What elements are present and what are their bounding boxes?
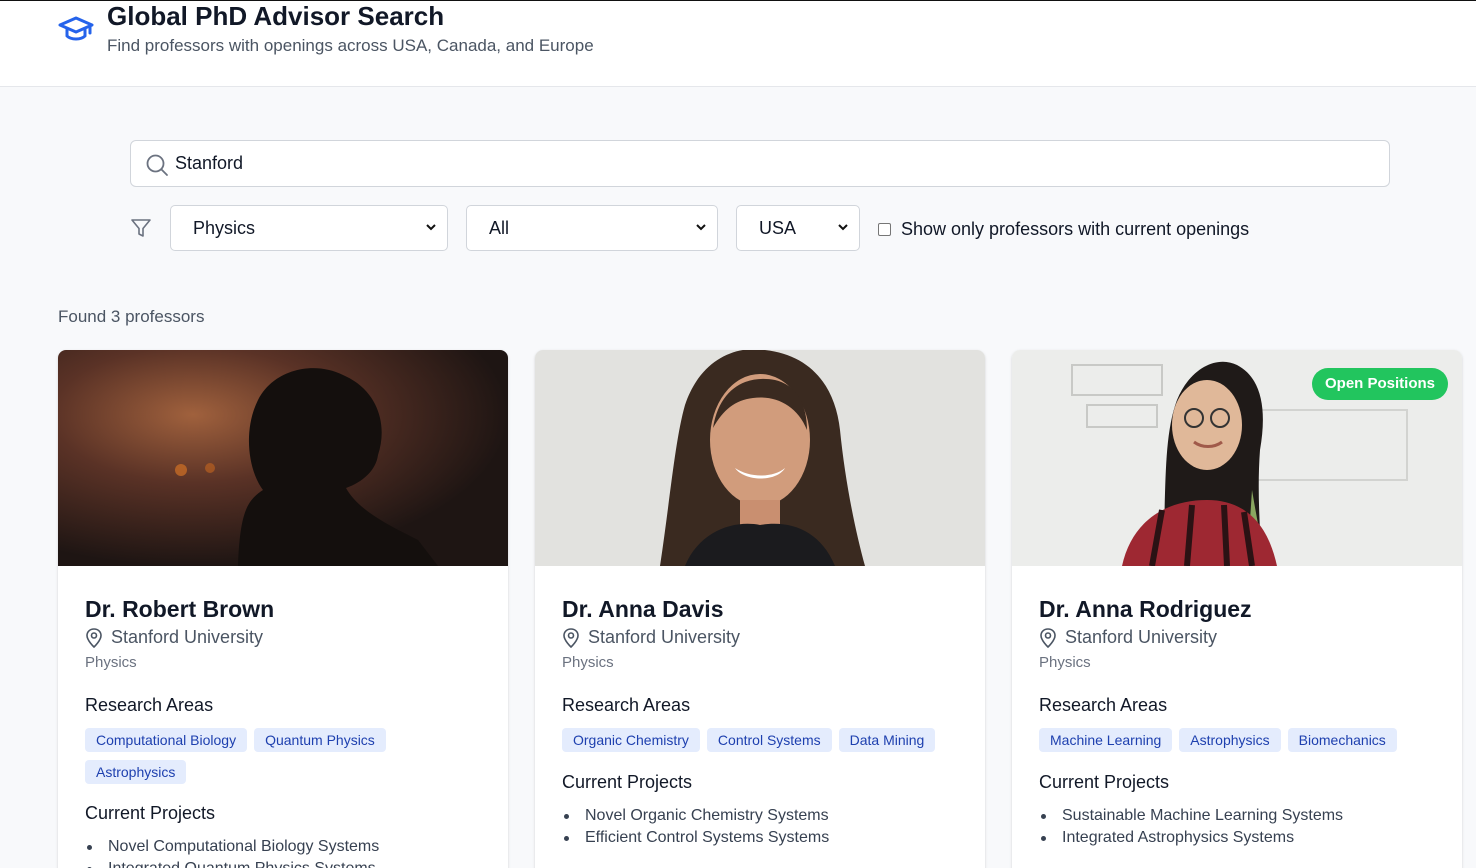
department-select[interactable]: Physics (170, 205, 448, 251)
university-name: Stanford University (111, 627, 264, 647)
projects-list: Novel Organic Chemistry Systems Efficien… (562, 805, 962, 849)
university-row: Stanford University (562, 627, 740, 648)
research-areas-heading: Research Areas (85, 695, 214, 715)
project-item: Novel Computational Biology Systems (85, 836, 485, 858)
research-tag: Control Systems (706, 728, 832, 752)
app-header: Global PhD Advisor Search Find professor… (0, 1, 1476, 87)
project-item: Integrated Astrophysics Systems (1039, 827, 1439, 849)
professor-photo (535, 350, 985, 566)
graduation-cap-icon (58, 16, 94, 41)
filter-icon (131, 219, 151, 237)
research-tags: Computational Biology Quantum Physics Astr… (85, 728, 485, 792)
research-tag: Machine Learning (1039, 728, 1173, 752)
professor-card[interactable]: Dr. Anna Davis Stanford University Physi… (535, 350, 985, 868)
department-name: Physics (1039, 654, 1091, 671)
professor-name[interactable]: Dr. Robert Brown (85, 596, 274, 623)
research-tag: Astrophysics (85, 760, 187, 784)
position-select-value: All (489, 218, 510, 238)
projects-list: Sustainable Machine Learning Systems Int… (1039, 805, 1439, 849)
search-bar[interactable] (130, 140, 1390, 187)
portrait-photo-image (535, 350, 985, 566)
page-subtitle: Find professors with openings across USA… (107, 36, 594, 55)
openings-filter[interactable]: Show only professors with current openin… (878, 218, 1249, 240)
chevron-down-icon (838, 224, 848, 231)
country-select-value: USA (759, 218, 797, 238)
research-tags: Organic Chemistry Control Systems Data Min… (562, 728, 962, 760)
department-name: Physics (562, 654, 614, 671)
professor-name[interactable]: Dr. Anna Davis (562, 596, 723, 623)
project-item: Novel Organic Chemistry Systems (562, 805, 962, 827)
research-tag: Organic Chemistry (562, 728, 700, 752)
university-name: Stanford University (588, 627, 741, 647)
position-select[interactable]: All (466, 205, 718, 251)
research-tag: Quantum Physics (254, 728, 386, 752)
project-item: Sustainable Machine Learning Systems (1039, 805, 1439, 827)
research-tag: Computational Biology (85, 728, 248, 752)
current-projects-heading: Current Projects (85, 803, 216, 823)
map-pin-icon (563, 627, 579, 648)
current-projects-heading: Current Projects (562, 772, 693, 792)
university-name: Stanford University (1065, 627, 1218, 647)
research-tags: Machine Learning Astrophysics Biomechanics (1039, 728, 1439, 760)
project-item: Integrated Quantum Physics Systems (85, 858, 485, 868)
openings-checkbox-label[interactable]: Show only professors with current openin… (901, 219, 1249, 240)
research-areas-heading: Research Areas (562, 695, 691, 715)
research-areas-heading: Research Areas (1039, 695, 1168, 715)
department-name: Physics (85, 654, 137, 671)
research-tag: Biomechanics (1287, 728, 1397, 752)
search-input[interactable] (175, 141, 1375, 186)
professor-card[interactable]: Dr. Robert Brown Stanford University Phy… (58, 350, 508, 868)
professor-name[interactable]: Dr. Anna Rodriguez (1039, 596, 1252, 623)
research-tag: Data Mining (838, 728, 936, 752)
research-tag: Astrophysics (1179, 728, 1281, 752)
university-row: Stanford University (85, 627, 263, 648)
chevron-down-icon (696, 224, 706, 231)
result-count: Found 3 professors (58, 307, 205, 326)
search-icon (146, 154, 168, 176)
professor-photo (58, 350, 508, 566)
department-select-value: Physics (193, 218, 256, 238)
project-item: Efficient Control Systems Systems (562, 827, 962, 849)
professor-card[interactable]: Open Positions Dr. Anna Rodriguez Stanfo… (1012, 350, 1462, 868)
current-projects-heading: Current Projects (1039, 772, 1170, 792)
chevron-down-icon (426, 224, 436, 231)
open-positions-badge: Open Positions (1311, 368, 1448, 400)
map-pin-icon (1040, 627, 1056, 648)
map-pin-icon (86, 627, 102, 648)
openings-checkbox[interactable] (878, 222, 891, 236)
page-title: Global PhD Advisor Search (107, 1, 445, 31)
silhouette-photo-image (58, 350, 508, 566)
university-row: Stanford University (1039, 627, 1217, 648)
projects-list: Novel Computational Biology Systems Inte… (85, 836, 485, 868)
country-select[interactable]: USA (736, 205, 860, 251)
